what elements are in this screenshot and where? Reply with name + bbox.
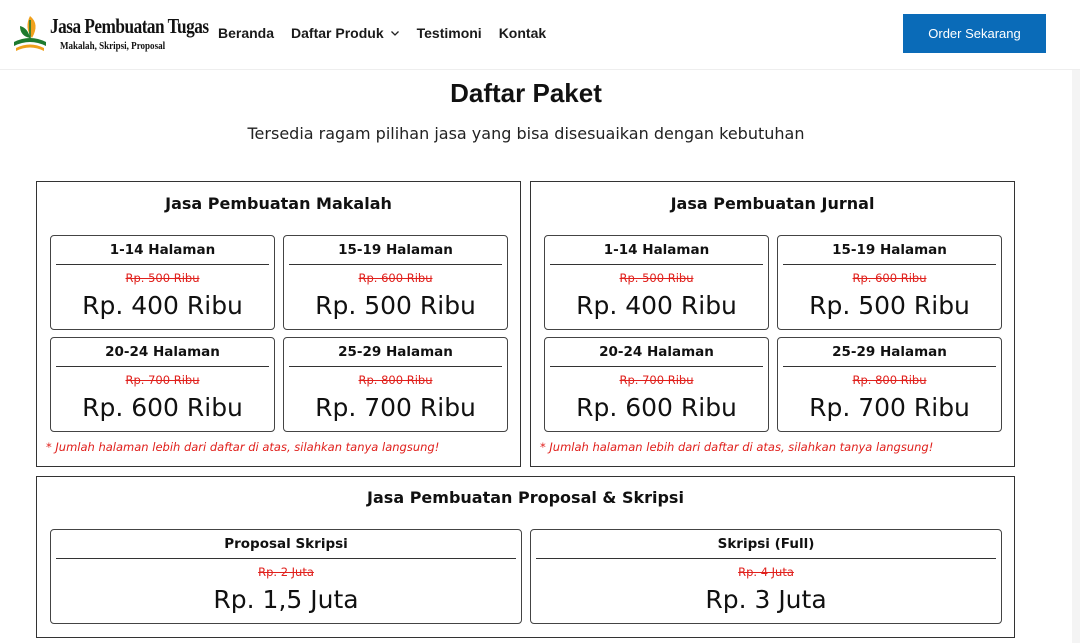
page-title: Daftar Paket [450, 78, 602, 108]
package-name: 15-19 Halaman [338, 242, 453, 258]
old-price: Rp. 4 Juta [738, 565, 794, 579]
old-price: Rp. 600 Ribu [358, 271, 433, 285]
divider [550, 366, 763, 367]
divider [289, 264, 502, 265]
old-price: Rp. 500 Ribu [125, 271, 200, 285]
package-name: 1-14 Halaman [603, 242, 710, 258]
section-jurnal: Jasa Pembuatan Jurnal 1-14 Halaman Rp. 5… [530, 181, 1015, 467]
package-name: 25-29 Halaman [338, 344, 453, 360]
old-price: Rp. 500 Ribu [619, 271, 694, 285]
old-price: Rp. 700 Ribu [125, 373, 200, 387]
page-count-note: * Jumlah halaman lebih dari daftar di at… [540, 440, 934, 454]
package-name: 20-24 Halaman [105, 344, 220, 360]
package-name: Skripsi (Full) [717, 536, 815, 552]
package-card[interactable]: 20-24 Halaman Rp. 700 Ribu Rp. 600 Ribu [544, 337, 769, 432]
scrollbar[interactable] [1072, 70, 1080, 643]
site-header: Jasa Pembuatan Tugas Makalah, Skripsi, P… [0, 0, 1080, 70]
price: Rp. 600 Ribu [576, 393, 737, 422]
section-proposal-skripsi: Jasa Pembuatan Proposal & Skripsi Propos… [36, 476, 1015, 638]
divider [56, 366, 269, 367]
section-title: Jasa Pembuatan Makalah [165, 194, 392, 213]
old-price: Rp. 700 Ribu [619, 373, 694, 387]
package-card[interactable]: 25-29 Halaman Rp. 800 Ribu Rp. 700 Ribu [283, 337, 508, 432]
section-title: Jasa Pembuatan Proposal & Skripsi [367, 488, 684, 507]
section-title: Jasa Pembuatan Jurnal [670, 194, 875, 213]
nav-label: Daftar Produk [291, 25, 384, 41]
divider [550, 264, 763, 265]
price: Rp. 600 Ribu [82, 393, 243, 422]
divider [536, 558, 996, 559]
main-nav: Beranda Daftar Produk Testimoni Kontak [218, 25, 563, 41]
old-price: Rp. 2 Juta [258, 565, 314, 579]
price: Rp. 500 Ribu [315, 291, 476, 320]
price: Rp. 400 Ribu [576, 291, 737, 320]
package-name: 1-14 Halaman [109, 242, 216, 258]
package-card[interactable]: 15-19 Halaman Rp. 600 Ribu Rp. 500 Ribu [283, 235, 508, 330]
order-now-button[interactable]: Order Sekarang [903, 14, 1046, 53]
price: Rp. 3 Juta [705, 585, 827, 614]
old-price: Rp. 800 Ribu [852, 373, 927, 387]
package-name: 20-24 Halaman [599, 344, 714, 360]
package-name: 15-19 Halaman [832, 242, 947, 258]
nav-item-kontak[interactable]: Kontak [499, 25, 546, 41]
old-price: Rp. 800 Ribu [358, 373, 433, 387]
nav-item-daftar-produk[interactable]: Daftar Produk [291, 25, 400, 41]
package-card[interactable]: 20-24 Halaman Rp. 700 Ribu Rp. 600 Ribu [50, 337, 275, 432]
section-makalah: Jasa Pembuatan Makalah 1-14 Halaman Rp. … [36, 181, 521, 467]
package-card[interactable]: 1-14 Halaman Rp. 500 Ribu Rp. 400 Ribu [544, 235, 769, 330]
divider [56, 264, 269, 265]
price: Rp. 700 Ribu [315, 393, 476, 422]
nav-label: Testimoni [416, 25, 482, 41]
price: Rp. 1,5 Juta [213, 585, 359, 614]
price: Rp. 700 Ribu [809, 393, 970, 422]
package-card[interactable]: 25-29 Halaman Rp. 800 Ribu Rp. 700 Ribu [777, 337, 1002, 432]
nav-item-testimoni[interactable]: Testimoni [417, 25, 482, 41]
divider [783, 366, 996, 367]
chevron-down-icon [390, 31, 399, 36]
site-logo[interactable]: Jasa Pembuatan Tugas Makalah, Skripsi, P… [10, 12, 209, 56]
brand-subtitle: Makalah, Skripsi, Proposal [60, 40, 166, 52]
old-price: Rp. 600 Ribu [852, 271, 927, 285]
divider [783, 264, 996, 265]
package-card[interactable]: Proposal Skripsi Rp. 2 Juta Rp. 1,5 Juta [50, 529, 522, 624]
brand-title: Jasa Pembuatan Tugas [50, 14, 209, 38]
package-card[interactable]: 1-14 Halaman Rp. 500 Ribu Rp. 400 Ribu [50, 235, 275, 330]
package-card[interactable]: Skripsi (Full) Rp. 4 Juta Rp. 3 Juta [530, 529, 1002, 624]
price: Rp. 400 Ribu [82, 291, 243, 320]
divider [56, 558, 516, 559]
nav-label: Kontak [498, 25, 547, 41]
nav-label: Beranda [218, 25, 275, 41]
nav-item-beranda[interactable]: Beranda [218, 25, 274, 41]
package-name: Proposal Skripsi [224, 536, 348, 552]
page-subtitle: Tersedia ragam pilihan jasa yang bisa di… [247, 124, 805, 143]
price: Rp. 500 Ribu [809, 291, 970, 320]
book-leaf-logo-icon [14, 16, 46, 51]
page-count-note: * Jumlah halaman lebih dari daftar di at… [46, 440, 440, 454]
package-card[interactable]: 15-19 Halaman Rp. 600 Ribu Rp. 500 Ribu [777, 235, 1002, 330]
package-name: 25-29 Halaman [832, 344, 947, 360]
divider [289, 366, 502, 367]
